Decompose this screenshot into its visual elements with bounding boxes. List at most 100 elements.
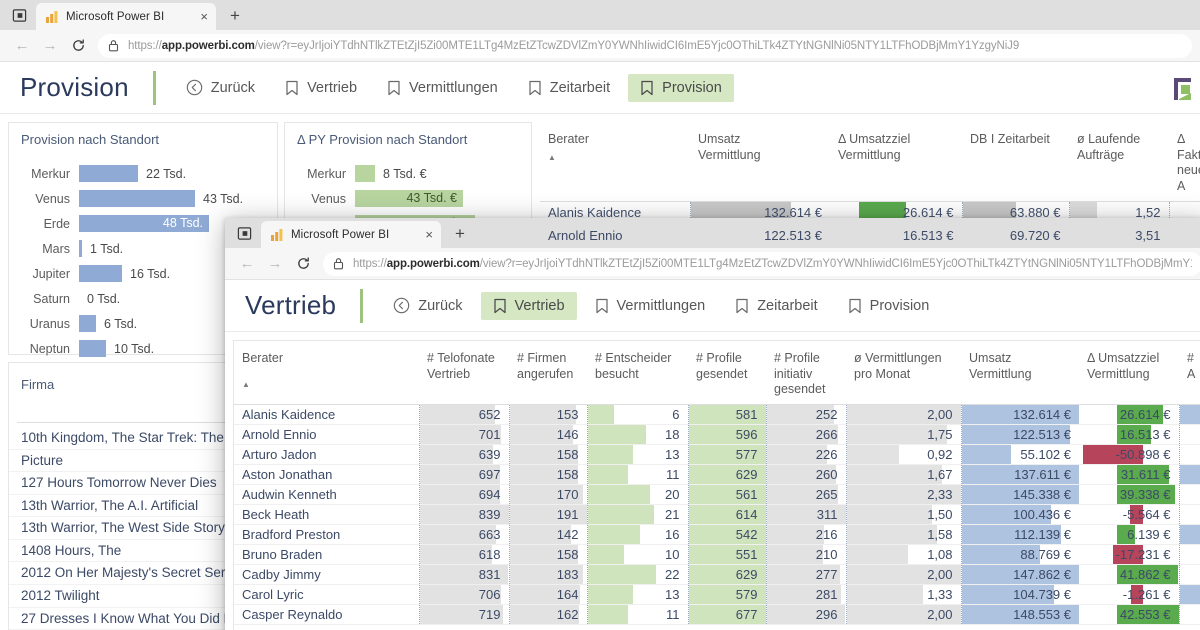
table-cell: 831 [419, 564, 509, 584]
browser-tab-back[interactable]: Microsoft Power BI × [36, 3, 216, 30]
table-cell: 252 [766, 404, 846, 424]
table-cell: 663 [419, 524, 509, 544]
table-cell: 42.553 € [1079, 604, 1179, 624]
table-cell: 1,33 [846, 584, 961, 604]
table-row[interactable]: Arturo Jadon639158135772260,9255.102 €-5… [234, 444, 1200, 464]
nav-bar-back: ← → https://app.powerbi.com/view?r=eyJrI… [0, 30, 1200, 62]
table-cell: 265 [766, 484, 846, 504]
table-cell: 697 [419, 464, 509, 484]
bar-value: 16 Tsd. [130, 267, 170, 281]
table-header-row-back: Berater▲UmsatzVermittlungΔ UmsatzzielVer… [540, 122, 1200, 201]
bar-track: 8 Tsd. € [355, 165, 523, 183]
address-bar-front[interactable]: https://app.powerbi.com/view?r=eyJrIjoiY… [323, 252, 1200, 276]
table-cell [1179, 524, 1200, 544]
column-header[interactable]: # Firmenangerufen [509, 341, 587, 404]
column-header[interactable]: ø LaufendeAufträge [1069, 122, 1169, 201]
table-row[interactable]: Bruno Braden618158105512101,0888.769 €-1… [234, 544, 1200, 564]
nav-bar-front: ← → https://app.powerbi.com/view?r=eyJrI… [225, 248, 1200, 280]
nav-pill-vertrieb[interactable]: Vertrieb [273, 74, 369, 102]
table-cell: 266 [766, 424, 846, 444]
table-row[interactable]: Audwin Kenneth694170205612652,33145.338 … [234, 484, 1200, 504]
table-cell: -5.564 € [1079, 504, 1179, 524]
bookmark-icon [848, 298, 862, 314]
column-header[interactable]: UmsatzVermittlung [961, 341, 1079, 404]
browser-tab-front[interactable]: Microsoft Power BI × [261, 221, 441, 248]
column-header[interactable]: Δ Faktoneue A [1169, 122, 1200, 201]
bar-chart-row[interactable]: Merkur8 Tsd. € [293, 161, 523, 186]
tab-close-icon-back[interactable]: × [200, 10, 208, 23]
bar-value: 1 Tsd. [90, 242, 123, 256]
column-header[interactable]: DB I Zeitarbeit [962, 122, 1069, 201]
reload-icon-back[interactable] [64, 32, 92, 60]
table-cell: 296 [766, 604, 846, 624]
bar-value: 43 Tsd. € [406, 191, 457, 205]
nav-pill-zurck[interactable]: Zurück [174, 73, 267, 102]
back-arrow-icon-front[interactable]: ← [233, 250, 261, 278]
table-cell: 88.769 € [961, 544, 1079, 564]
table-cell: 596 [688, 424, 766, 444]
bar-chart-row[interactable]: Venus43 Tsd. [17, 186, 269, 211]
report-corner-icon-back[interactable] [1168, 74, 1198, 109]
bar-chart-row[interactable]: Venus43 Tsd. € [293, 186, 523, 211]
table-cell: 629 [688, 564, 766, 584]
column-header[interactable]: #A [1179, 341, 1200, 404]
tab-close-icon-front[interactable]: × [425, 228, 433, 241]
nav-pill-vermittlungen[interactable]: Vermittlungen [375, 74, 510, 102]
bar-value: 43 Tsd. [203, 192, 243, 206]
table-row[interactable]: Bradford Preston663142165422161,58112.13… [234, 524, 1200, 544]
nav-pill-provision[interactable]: Provision [628, 74, 734, 102]
new-tab-button-back[interactable]: + [222, 3, 248, 29]
table-header-row-front: Berater▲# TelofonateVertrieb# Firmenange… [234, 341, 1200, 404]
nav-pill-zeitarbeit[interactable]: Zeitarbeit [516, 74, 622, 102]
table-row[interactable]: Arnold Ennio701146185962661,75122.513 €1… [234, 424, 1200, 444]
table-cell: 1,67 [846, 464, 961, 484]
report-nav-front: ZurückVertriebVermittlungenZeitarbeit Pro… [381, 291, 941, 320]
reload-icon-front[interactable] [289, 250, 317, 278]
table-provision-back[interactable]: Berater▲UmsatzVermittlungΔ UmsatzzielVer… [540, 122, 1200, 248]
column-header[interactable]: Berater▲ [540, 122, 690, 201]
table-cell: 13 [587, 444, 688, 464]
page-title-front: Vertrieb [245, 290, 336, 321]
table-cell [1179, 564, 1200, 584]
table-row[interactable]: Carol Lyric706164135792811,33104.739 €-1… [234, 584, 1200, 604]
column-header[interactable]: ø Vermittlungenpro Monat [846, 341, 961, 404]
table-cell: 112.139 € [961, 524, 1079, 544]
nav-pill-zurck[interactable]: Zurück [381, 291, 474, 320]
nav-pill-zeitarbeit[interactable]: Zeitarbeit [723, 292, 829, 320]
column-header[interactable]: Δ UmsatzzielVermittlung [830, 122, 962, 201]
table-cell: 16.513 € [1079, 424, 1179, 444]
column-header[interactable]: Berater▲ [234, 341, 419, 404]
address-bar-back[interactable]: https://app.powerbi.com/view?r=eyJrIjoiY… [98, 34, 1192, 58]
table-row[interactable]: Casper Reynaldo719162116772962,00148.553… [234, 604, 1200, 624]
back-arrow-icon-back[interactable]: ← [8, 32, 36, 60]
nav-pill-vermittlungen[interactable]: Vermittlungen [583, 292, 718, 320]
table-row[interactable]: Beck Heath839191216143111,50100.436 €-5.… [234, 504, 1200, 524]
tab-list-icon-front[interactable] [231, 220, 257, 246]
bookmark-icon [493, 298, 507, 314]
table-cell: Beck Heath [234, 504, 419, 524]
forward-arrow-icon-front[interactable]: → [261, 250, 289, 278]
column-header[interactable]: # Profileinitiativgesendet [766, 341, 846, 404]
table-row[interactable]: Alanis Kaidence65215365812522,00132.614 … [234, 404, 1200, 424]
table-cell: 183 [509, 564, 587, 584]
table-row[interactable]: Aston Jonathan697158116292601,67137.611 … [234, 464, 1200, 484]
column-header[interactable]: # Profilegesendet [688, 341, 766, 404]
nav-pill-label: Provision [870, 298, 930, 314]
table-vertrieb-front[interactable]: Berater▲# TelofonateVertrieb# Firmenange… [233, 340, 1200, 630]
header-divider-back [153, 71, 156, 105]
forward-arrow-icon-back[interactable]: → [36, 32, 64, 60]
browser-window-vertrieb[interactable]: Microsoft Power BI × + ← → https://app.p… [225, 218, 1200, 630]
nav-pill-vertrieb[interactable]: Vertrieb [481, 292, 577, 320]
bar-chart-row[interactable]: Merkur22 Tsd. [17, 161, 269, 186]
table-row[interactable]: Cadby Jimmy831183226292772,00147.862 €41… [234, 564, 1200, 584]
nav-pill-provision[interactable]: Provision [836, 292, 942, 320]
new-tab-button-front[interactable]: + [447, 221, 473, 247]
column-header[interactable]: # TelofonateVertrieb [419, 341, 509, 404]
column-header[interactable]: # Entscheiderbesucht [587, 341, 688, 404]
table-cell [1179, 504, 1200, 524]
column-header[interactable]: UmsatzVermittlung [690, 122, 830, 201]
bar-label: Neptun [17, 342, 79, 356]
column-header[interactable]: Δ UmsatzzielVermittlung [1079, 341, 1179, 404]
tab-list-icon[interactable] [6, 2, 32, 28]
bar-label: Saturn [17, 292, 79, 306]
